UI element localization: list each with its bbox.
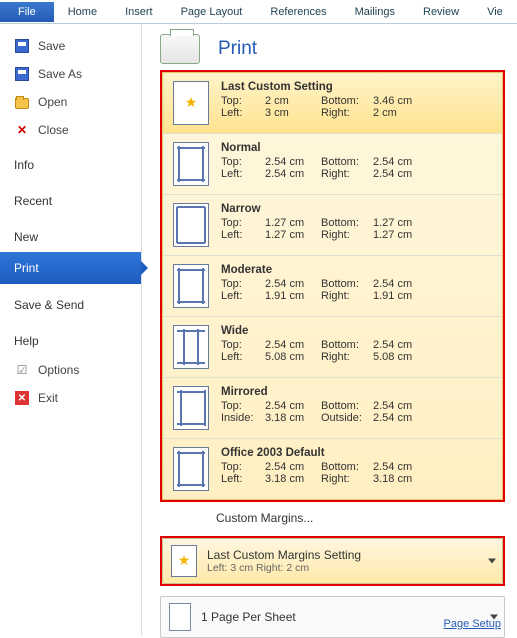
margins-dropdown-highlight: Last Custom Margins Setting Left: 3 cm R…	[160, 536, 505, 586]
page-margin-icon	[173, 447, 209, 491]
ribbon-tab-vie[interactable]: Vie	[473, 2, 517, 22]
save-button[interactable]: Save	[0, 32, 141, 60]
exit-label: Exit	[38, 391, 58, 405]
exit-button[interactable]: ✕ Exit	[0, 384, 141, 412]
open-icon	[14, 94, 30, 110]
open-label: Open	[38, 95, 67, 109]
printer-icon	[160, 34, 200, 64]
margin-option-name: Moderate	[221, 264, 429, 276]
save-as-icon	[14, 66, 30, 82]
custom-margins-button[interactable]: Custom Margins...	[160, 502, 505, 534]
close-label: Close	[38, 123, 69, 137]
margin-option-moderate[interactable]: ModerateTop:2.54 cmBottom:2.54 cmLeft:1.…	[163, 256, 502, 317]
margin-option-normal[interactable]: NormalTop:2.54 cmBottom:2.54 cmLeft:2.54…	[163, 134, 502, 195]
margin-option-name: Wide	[221, 325, 429, 337]
ribbon-tab-home[interactable]: Home	[54, 2, 111, 22]
page-margin-icon	[173, 142, 209, 186]
options-icon: ☑	[14, 362, 30, 378]
save-icon	[14, 38, 30, 54]
pages-per-sheet-dropdown[interactable]: 1 Page Per Sheet	[160, 596, 505, 638]
print-tab-label: Print	[14, 261, 39, 275]
margin-option-name: Last Custom Setting	[221, 81, 429, 93]
margin-option-name: Narrow	[221, 203, 429, 215]
ribbon-tab-review[interactable]: Review	[409, 2, 473, 22]
margins-dropdown[interactable]: Last Custom Margins Setting Left: 3 cm R…	[162, 538, 503, 584]
new-tab[interactable]: New	[0, 216, 141, 252]
recent-tab[interactable]: Recent	[0, 180, 141, 216]
info-tab[interactable]: Info	[0, 144, 141, 180]
close-button[interactable]: ✕ Close	[0, 116, 141, 144]
open-button[interactable]: Open	[0, 88, 141, 116]
save-as-label: Save As	[38, 67, 82, 81]
help-tab[interactable]: Help	[0, 320, 141, 356]
print-title: Print	[218, 38, 257, 60]
margins-dropdown-sub: Left: 3 cm Right: 2 cm	[207, 562, 361, 574]
page-margin-icon	[173, 386, 209, 430]
margins-gallery-highlight: Last Custom SettingTop:2 cmBottom:3.46 c…	[160, 70, 505, 502]
ribbon-tab-references[interactable]: References	[256, 2, 340, 22]
star-page-icon	[171, 545, 197, 577]
margin-option-mirrored[interactable]: MirroredTop:2.54 cmBottom:2.54 cmInside:…	[163, 378, 502, 439]
margin-option-office-2003-default[interactable]: Office 2003 DefaultTop:2.54 cmBottom:2.5…	[163, 439, 502, 499]
margins-gallery: Last Custom SettingTop:2 cmBottom:3.46 c…	[162, 72, 503, 500]
options-label: Options	[38, 363, 79, 377]
page-setup-link[interactable]: Page Setup	[444, 618, 502, 630]
page-margin-icon	[173, 325, 209, 369]
options-button[interactable]: ☑ Options	[0, 356, 141, 384]
page-margin-icon	[173, 203, 209, 247]
close-icon: ✕	[14, 122, 30, 138]
print-tab[interactable]: Print	[0, 252, 141, 284]
save-send-tab[interactable]: Save & Send	[0, 284, 141, 320]
margin-option-wide[interactable]: WideTop:2.54 cmBottom:2.54 cmLeft:5.08 c…	[163, 317, 502, 378]
pages-per-sheet-label: 1 Page Per Sheet	[201, 610, 296, 624]
margin-option-narrow[interactable]: NarrowTop:1.27 cmBottom:1.27 cmLeft:1.27…	[163, 195, 502, 256]
margin-option-last-custom-setting[interactable]: Last Custom SettingTop:2 cmBottom:3.46 c…	[163, 73, 502, 134]
margin-option-name: Mirrored	[221, 386, 429, 398]
exit-icon: ✕	[14, 390, 30, 406]
margin-option-name: Normal	[221, 142, 429, 154]
chevron-down-icon	[488, 559, 496, 564]
save-as-button[interactable]: Save As	[0, 60, 141, 88]
save-label: Save	[38, 39, 65, 53]
page-margin-icon	[173, 81, 209, 125]
margins-dropdown-title: Last Custom Margins Setting	[207, 548, 361, 562]
sheet-icon	[169, 603, 191, 631]
margin-option-name: Office 2003 Default	[221, 447, 429, 459]
ribbon-tab-page-layout[interactable]: Page Layout	[167, 2, 257, 22]
ribbon-tab-insert[interactable]: Insert	[111, 2, 167, 22]
page-margin-icon	[173, 264, 209, 308]
ribbon-tab-mailings[interactable]: Mailings	[341, 2, 409, 22]
ribbon-tab-file[interactable]: File	[0, 2, 54, 22]
